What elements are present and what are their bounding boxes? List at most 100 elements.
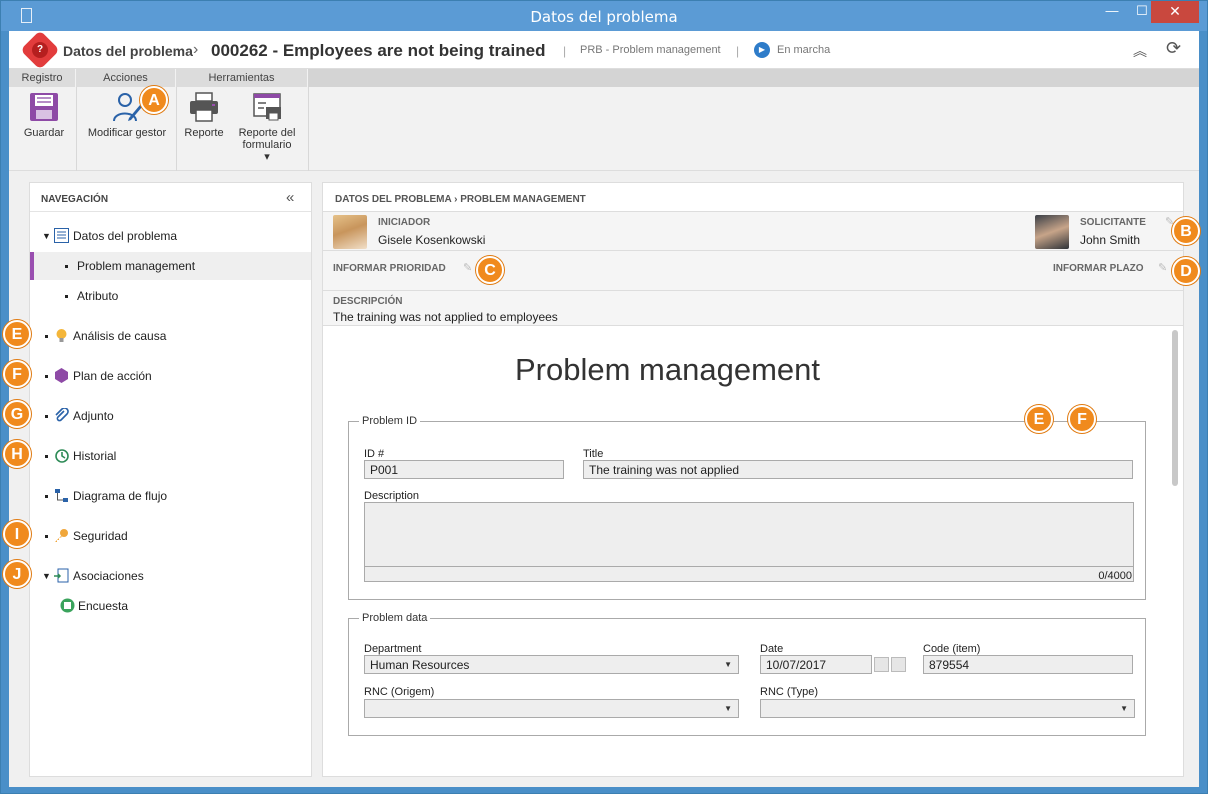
title-label: Title (583, 448, 604, 460)
save-button[interactable]: Guardar (19, 91, 69, 139)
record-header: ? Datos del problema › 000262 - Employee… (9, 30, 1199, 70)
nav-item-datos-del-problema[interactable]: ▼ Datos del problema (30, 222, 311, 250)
application-window: Datos del problema — ☐ ✕ ? Datos del pro… (0, 0, 1208, 794)
form-report-icon (251, 91, 283, 123)
nav-item-plan-de-accion[interactable]: Plan de acción (30, 362, 311, 390)
nav-item-label: Asociaciones (73, 569, 144, 583)
initiator-name: Gisele Kosenkowski (378, 233, 486, 247)
rnc-origem-label: RNC (Origem) (364, 686, 435, 698)
annotation-badge-a: A (140, 86, 168, 114)
id-label: ID # (364, 448, 385, 460)
modify-manager-label: Modificar gestor (87, 127, 167, 139)
key-icon (54, 528, 69, 543)
id-field[interactable]: P001 (364, 460, 564, 479)
collapse-header-icon[interactable]: ︽ (1133, 41, 1147, 61)
description-label: DESCRIPCIÓN (333, 296, 403, 307)
nav-item-adjunto[interactable]: Adjunto (30, 402, 311, 430)
lightbulb-icon (54, 328, 69, 343)
flowchart-icon (54, 488, 69, 503)
annotation-badge-j: J (3, 560, 31, 588)
title-bar: Datos del problema — ☐ ✕ (1, 1, 1207, 31)
record-title: 000262 - Employees are not being trained (211, 41, 546, 60)
date-field[interactable]: 10/07/2017 (760, 655, 872, 674)
annotation-badge-f: F (1068, 405, 1096, 433)
header-separator: | (563, 44, 567, 58)
annotation-badge-f: F (3, 360, 31, 388)
nav-item-label: Seguridad (73, 529, 128, 543)
annotation-badge-g: G (3, 400, 31, 428)
code-field[interactable]: 879554 (923, 655, 1133, 674)
form-report-button[interactable]: Reporte del formulario ▾ (235, 91, 299, 163)
priority-label[interactable]: INFORMAR PRIORIDAD (333, 263, 446, 274)
nav-item-label: Diagrama de flujo (73, 489, 168, 503)
dropdown-arrow-icon[interactable]: ▾ (235, 151, 299, 163)
form-title: Problem management (515, 352, 820, 387)
calendar-icon[interactable] (874, 657, 889, 672)
module-name: PRB - Problem management (580, 44, 721, 56)
nav-item-problem-management[interactable]: Problem management (30, 252, 311, 280)
nav-item-label: Adjunto (73, 409, 114, 423)
navigation-panel: NAVEGACIÓN « ▼ Datos del problema Proble… (29, 182, 312, 777)
nav-item-label: Atributo (77, 289, 119, 303)
rnc-origem-select[interactable] (364, 699, 739, 718)
rnc-type-select[interactable] (760, 699, 1135, 718)
nav-item-analisis-de-causa[interactable]: Análisis de causa (30, 322, 311, 350)
annotation-badge-b: B (1172, 217, 1200, 245)
report-button[interactable]: Reporte (181, 91, 227, 139)
ribbon-group-acciones: Acciones (76, 69, 176, 87)
nav-title: NAVEGACIÓN (41, 194, 109, 205)
nav-item-label: Encuesta (78, 599, 129, 613)
status-play-icon: ▶ (754, 42, 770, 58)
nav-item-diagrama-de-flujo[interactable]: Diagrama de flujo (30, 482, 311, 510)
ribbon-group-headers: Registro Acciones Herramientas (9, 69, 1199, 87)
nav-item-label: Problem management (77, 259, 196, 273)
ribbon-group-registro: Registro (9, 69, 76, 87)
associations-icon (54, 568, 69, 583)
survey-icon (60, 598, 75, 613)
form-report-label-2: formulario (242, 139, 292, 151)
window-title: Datos del problema (530, 8, 678, 26)
save-label: Guardar (23, 127, 65, 139)
department-select[interactable]: Human Resources (364, 655, 739, 674)
description-field-label: Description (364, 490, 420, 502)
nav-item-atributo[interactable]: Atributo (30, 282, 311, 310)
nav-item-seguridad[interactable]: Seguridad (30, 522, 311, 550)
save-icon (28, 91, 60, 123)
expand-arrow-icon[interactable]: ▼ (42, 231, 51, 241)
nav-item-label: Datos del problema (73, 229, 178, 243)
nav-item-label: Análisis de causa (73, 329, 167, 343)
vertical-scrollbar[interactable] (1172, 330, 1178, 770)
clear-date-icon[interactable] (891, 657, 906, 672)
breadcrumb-item[interactable]: DATOS DEL PROBLEMA (335, 194, 451, 205)
annotation-badge-e: E (3, 320, 31, 348)
paperclip-icon (54, 407, 69, 423)
description-text: The training was not applied to employee… (333, 310, 558, 324)
priority-deadline-row: INFORMAR PRIORIDAD ✎ INFORMAR PLAZO ✎ (323, 251, 1183, 291)
nav-item-asociaciones[interactable]: ▼ Asociaciones (30, 562, 311, 590)
nav-item-historial[interactable]: Historial (30, 442, 311, 470)
deadline-label[interactable]: INFORMAR PLAZO (1053, 263, 1144, 274)
expand-arrow-icon[interactable]: ▼ (42, 571, 51, 581)
breadcrumb-item: PROBLEM MANAGEMENT (460, 194, 586, 205)
form-area: Problem management Problem ID ID # P001 … (323, 326, 1183, 776)
annotation-badge-d: D (1172, 257, 1200, 285)
scrollbar-thumb[interactable] (1172, 330, 1178, 486)
nav-item-encuesta[interactable]: Encuesta (30, 592, 311, 620)
form-report-label-1: Reporte del (238, 127, 296, 139)
edit-priority-icon[interactable]: ✎ (463, 261, 472, 274)
initiator-avatar (333, 215, 367, 249)
breadcrumb-root[interactable]: Datos del problema (63, 43, 193, 59)
title-field[interactable]: The training was not applied (583, 460, 1133, 479)
people-row: INICIADOR Gisele Kosenkowski SOLICITANTE… (323, 211, 1183, 251)
app-body: ? Datos del problema › 000262 - Employee… (3, 30, 1200, 787)
edit-deadline-icon[interactable]: ✎ (1158, 261, 1167, 274)
collapse-nav-icon[interactable]: « (286, 189, 294, 206)
annotation-badge-i: I (3, 520, 31, 548)
code-label: Code (item) (923, 643, 981, 655)
close-button[interactable]: ✕ (1151, 1, 1199, 23)
requester-label: SOLICITANTE (1080, 217, 1146, 228)
description-row: DESCRIPCIÓN The training was not applied… (323, 291, 1183, 326)
refresh-icon[interactable]: ⟳ (1166, 38, 1181, 59)
minimize-button[interactable]: — (1097, 1, 1127, 23)
main-content: DATOS DEL PROBLEMA › PROBLEM MANAGEMENT … (322, 182, 1184, 777)
